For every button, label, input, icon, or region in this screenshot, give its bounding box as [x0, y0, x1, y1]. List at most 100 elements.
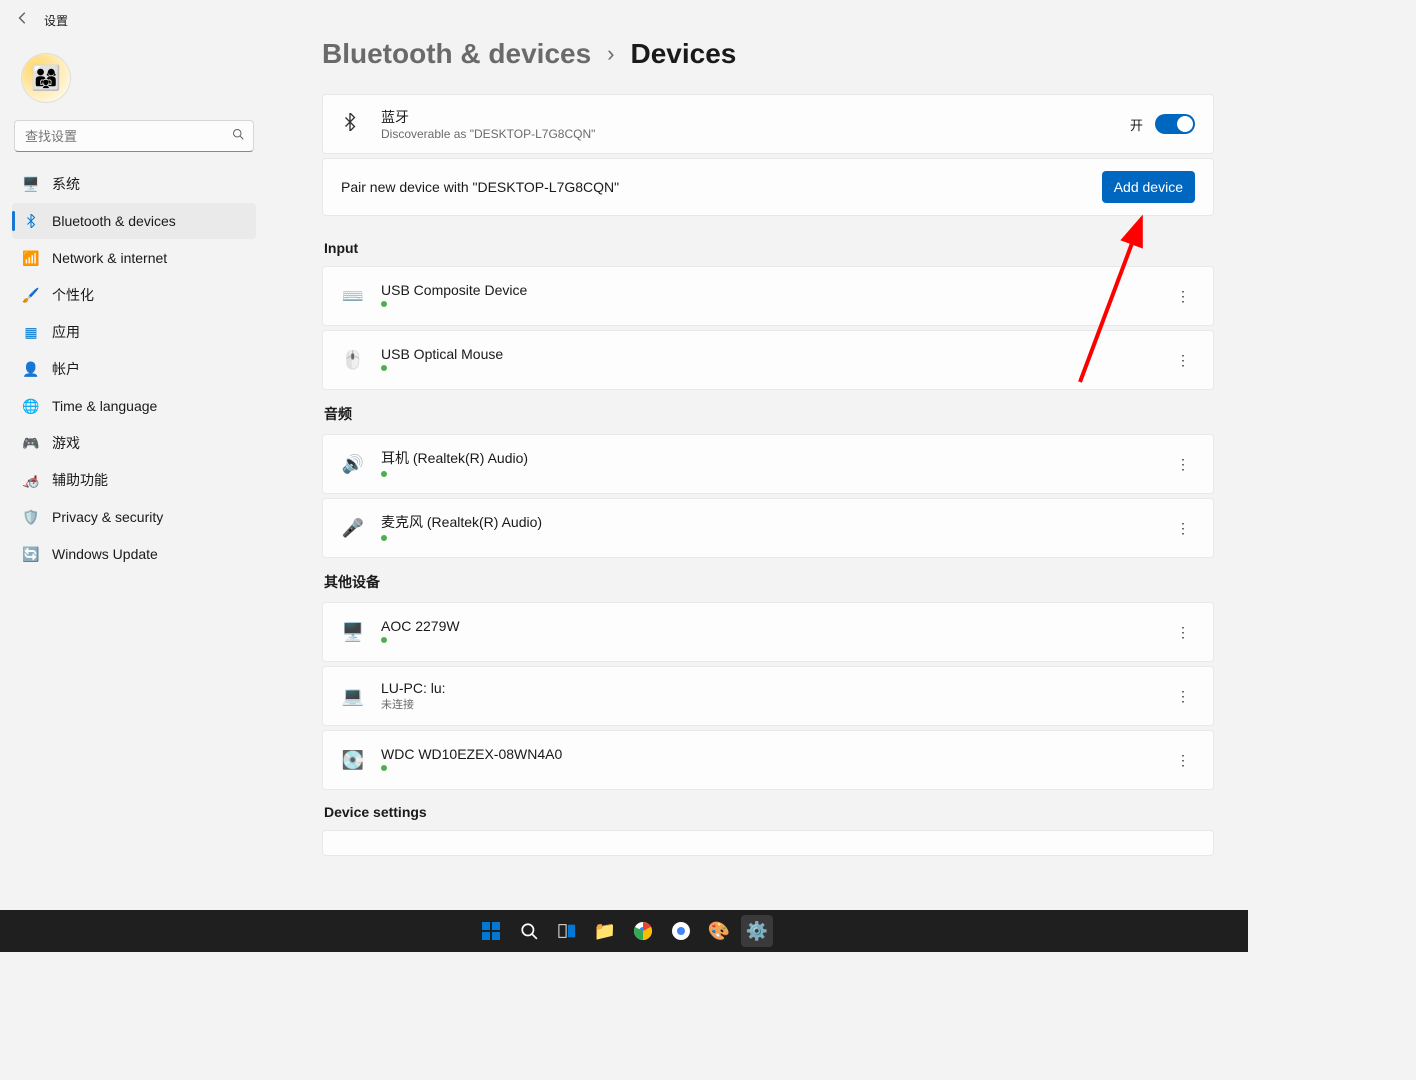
nav: 🖥️系统 Bluetooth & devices 📶 Network & inte…	[12, 166, 256, 573]
sidebar-item-personalization[interactable]: 🖌️ 个性化	[12, 277, 256, 313]
taskbar-search[interactable]	[513, 915, 545, 947]
status-dot	[381, 535, 387, 541]
sidebar-item-label: Privacy & security	[52, 509, 163, 525]
sidebar-item-label: Windows Update	[52, 546, 158, 562]
main: Bluetooth & devices › Devices 蓝牙 Discove…	[268, 0, 1248, 910]
app-title: 设置	[44, 12, 68, 29]
sidebar-item-gaming[interactable]: 🎮 游戏	[12, 425, 256, 461]
status-dot	[381, 365, 387, 371]
device-name: AOC 2279W	[381, 618, 460, 634]
bluetooth-toggle[interactable]	[1155, 114, 1195, 134]
device-row[interactable]: 🎤 麦克风 (Realtek(R) Audio) ⋮	[322, 498, 1214, 558]
breadcrumb: Bluetooth & devices › Devices	[322, 38, 1214, 70]
taskbar-chrome-2[interactable]	[665, 915, 697, 947]
bluetooth-icon	[341, 113, 365, 136]
sidebar-item-apps[interactable]: ▦ 应用	[12, 314, 256, 350]
search-icon	[232, 128, 244, 143]
search-field	[14, 120, 254, 152]
pair-text: Pair new device with "DESKTOP-L7G8CQN"	[341, 179, 619, 195]
apps-icon: ▦	[22, 323, 40, 341]
device-settings-card	[322, 830, 1214, 856]
mouse-icon: 🖱️	[341, 348, 365, 372]
taskbar-taskview[interactable]	[551, 915, 583, 947]
section-title-settings: Device settings	[324, 804, 1214, 820]
start-button[interactable]	[475, 915, 507, 947]
microphone-icon: 🎤	[341, 516, 365, 540]
pair-card: Pair new device with "DESKTOP-L7G8CQN" A…	[322, 158, 1214, 216]
sidebar-item-label: 个性化	[52, 285, 94, 305]
sidebar-item-accounts[interactable]: 👤帐户	[12, 351, 256, 387]
sidebar-item-update[interactable]: 🔄 Windows Update	[12, 536, 256, 572]
person-icon: 👤	[22, 360, 40, 378]
shield-icon: 🛡️	[22, 508, 40, 526]
status-dot	[381, 765, 387, 771]
breadcrumb-current: Devices	[631, 38, 737, 70]
keyboard-icon: ⌨️	[341, 284, 365, 308]
bluetooth-card: 蓝牙 Discoverable as "DESKTOP-L7G8CQN" 开	[322, 94, 1214, 154]
more-button[interactable]: ⋮	[1171, 620, 1195, 644]
wifi-icon: 📶	[22, 249, 40, 267]
brush-icon: 🖌️	[22, 286, 40, 304]
breadcrumb-parent[interactable]: Bluetooth & devices	[322, 38, 591, 70]
sidebar-item-label: 辅助功能	[52, 470, 108, 490]
more-button[interactable]: ⋮	[1171, 516, 1195, 540]
toggle-label: 开	[1130, 115, 1143, 134]
more-button[interactable]: ⋮	[1171, 684, 1195, 708]
accessibility-icon: 🦽	[22, 471, 40, 489]
sidebar-item-label: Network & internet	[52, 250, 167, 266]
device-name: 耳机 (Realtek(R) Audio)	[381, 448, 528, 468]
device-row[interactable]: 🔊 耳机 (Realtek(R) Audio) ⋮	[322, 434, 1214, 494]
device-name: LU-PC: lu:	[381, 680, 446, 696]
device-row[interactable]: 💻LU-PC: lu:未连接 ⋮	[322, 666, 1214, 726]
sidebar-item-time[interactable]: 🌐 Time & language	[12, 388, 256, 424]
device-name: 麦克风 (Realtek(R) Audio)	[381, 512, 542, 532]
status-dot	[381, 471, 387, 477]
bluetooth-icon	[22, 212, 40, 230]
add-device-button[interactable]: Add device	[1102, 171, 1195, 203]
device-name: WDC WD10EZEX-08WN4A0	[381, 746, 562, 762]
sidebar-item-system[interactable]: 🖥️系统	[12, 166, 256, 202]
header: 设置	[0, 0, 84, 40]
taskbar-paint[interactable]: 🎨	[703, 915, 735, 947]
sidebar-item-label: Bluetooth & devices	[52, 213, 176, 229]
avatar[interactable]: 👨‍👩‍👧	[22, 54, 70, 102]
bluetooth-title: 蓝牙	[381, 107, 595, 127]
back-icon[interactable]	[16, 11, 30, 30]
speaker-icon: 🔊	[341, 452, 365, 476]
bluetooth-subtitle: Discoverable as "DESKTOP-L7G8CQN"	[381, 127, 595, 141]
taskbar-chrome-1[interactable]	[627, 915, 659, 947]
sidebar-item-network[interactable]: 📶 Network & internet	[12, 240, 256, 276]
chevron-right-icon: ›	[607, 41, 614, 67]
device-row[interactable]: 🖥️ AOC 2279W ⋮	[322, 602, 1214, 662]
sidebar-item-accessibility[interactable]: 🦽 辅助功能	[12, 462, 256, 498]
device-row[interactable]: 💽 WDC WD10EZEX-08WN4A0 ⋮	[322, 730, 1214, 790]
search-input[interactable]	[14, 120, 254, 152]
device-name: USB Optical Mouse	[381, 346, 503, 362]
taskbar-settings[interactable]: ⚙️	[741, 915, 773, 947]
disk-icon: 💽	[341, 748, 365, 772]
section-title-other: 其他设备	[324, 572, 1214, 592]
globe-icon: 🌐	[22, 397, 40, 415]
device-row[interactable]: ⌨️ USB Composite Device ⋮	[322, 266, 1214, 326]
game-icon: 🎮	[22, 434, 40, 452]
more-button[interactable]: ⋮	[1171, 748, 1195, 772]
taskbar: 📁 🎨 ⚙️	[0, 910, 1248, 952]
status-dot	[381, 637, 387, 643]
update-icon: 🔄	[22, 545, 40, 563]
more-button[interactable]: ⋮	[1171, 284, 1195, 308]
pc-icon: 💻	[341, 684, 365, 708]
status-dot	[381, 301, 387, 307]
taskbar-explorer[interactable]: 📁	[589, 915, 621, 947]
more-button[interactable]: ⋮	[1171, 452, 1195, 476]
more-button[interactable]: ⋮	[1171, 348, 1195, 372]
device-name: USB Composite Device	[381, 282, 527, 298]
monitor-icon: 🖥️	[341, 620, 365, 644]
sidebar-item-privacy[interactable]: 🛡️ Privacy & security	[12, 499, 256, 535]
sidebar: 👨‍👩‍👧 🖥️系统 Bluetooth & devices 📶 Network …	[0, 0, 268, 910]
section-title-input: Input	[324, 240, 1214, 256]
sidebar-item-bluetooth[interactable]: Bluetooth & devices	[12, 203, 256, 239]
sidebar-item-label: 游戏	[52, 433, 80, 453]
sidebar-item-label: 应用	[52, 322, 80, 342]
device-row[interactable]: 🖱️ USB Optical Mouse ⋮	[322, 330, 1214, 390]
sidebar-item-label: Time & language	[52, 398, 157, 414]
